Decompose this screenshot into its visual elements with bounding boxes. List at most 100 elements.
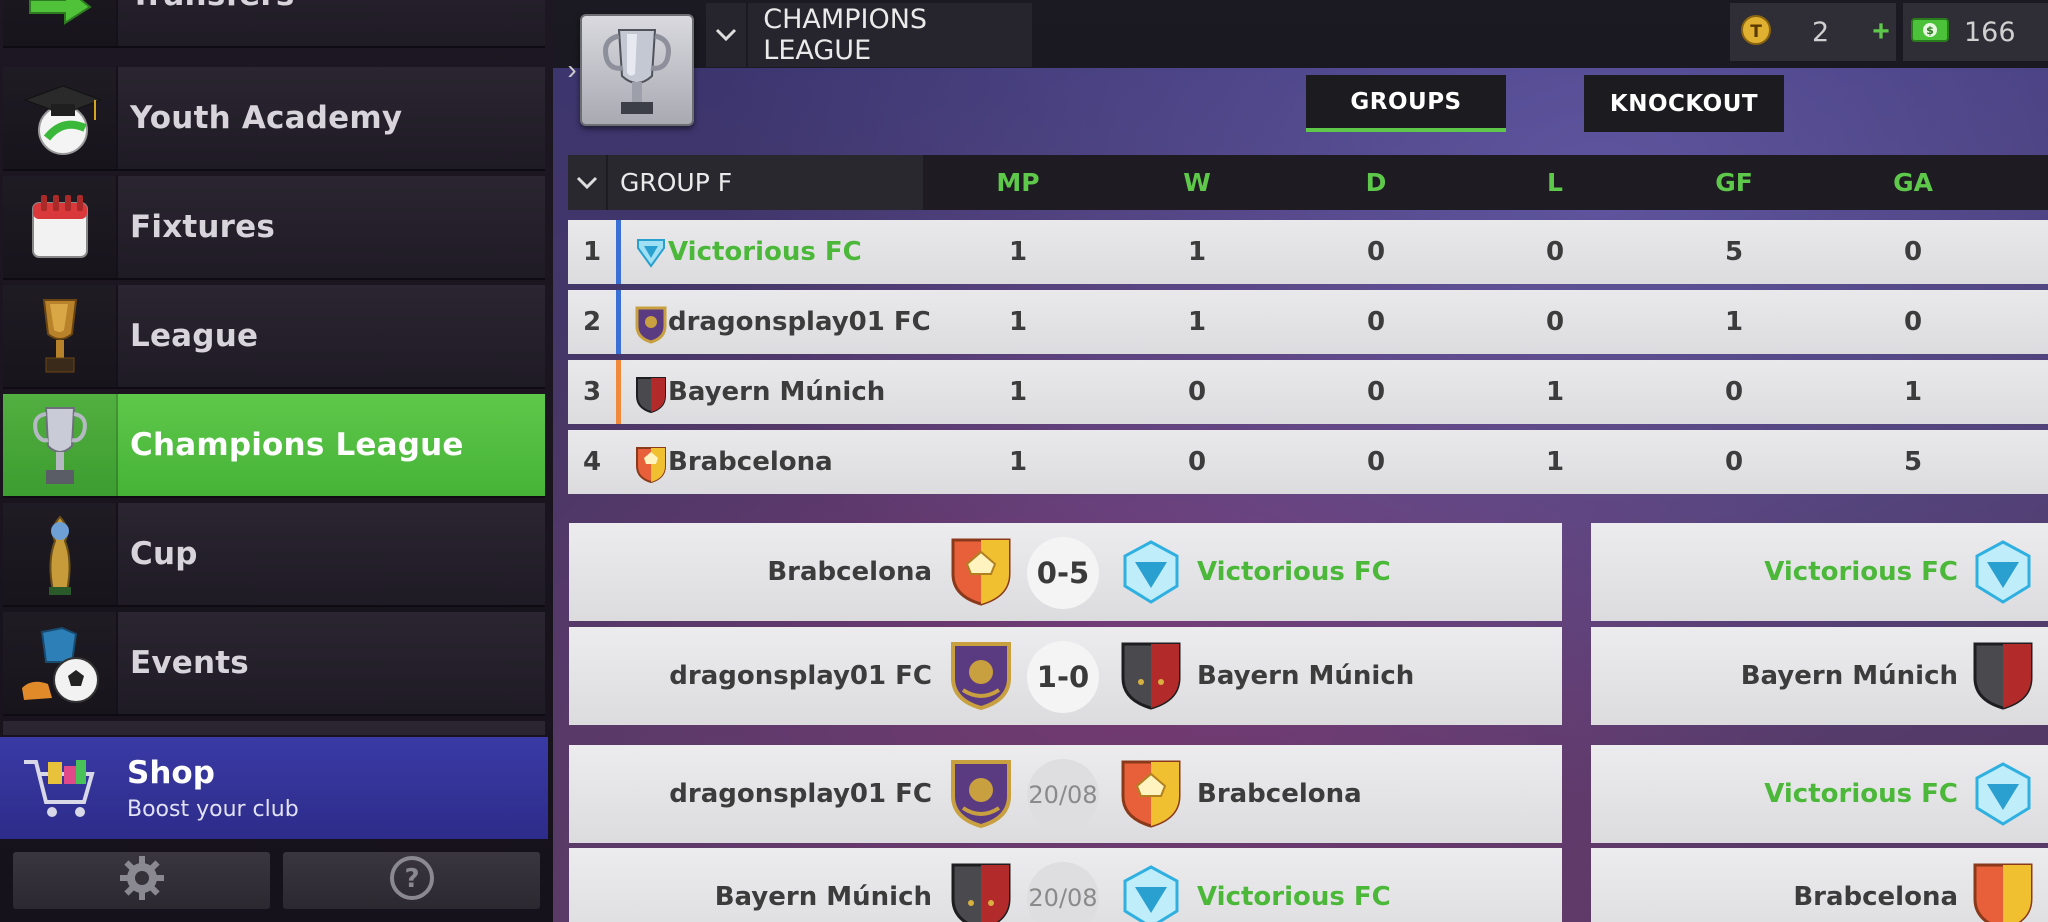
- home-team: Victorious FC: [1764, 779, 1958, 809]
- match-card[interactable]: Bayern Múnich 20/08 Victorious FC: [569, 848, 1562, 922]
- cell-w: 1: [1187, 237, 1207, 267]
- settings-button[interactable]: [13, 852, 270, 909]
- competition-trophy: [580, 14, 694, 126]
- tab-label: KNOCKOUT: [1609, 90, 1759, 117]
- table-row[interactable]: 4 Brabcelona 1 0 0 1 0 5: [568, 430, 2048, 494]
- sidebar-item-label: Youth Academy: [130, 100, 403, 136]
- sidebar-item-label: Transfers: [130, 0, 295, 13]
- shop-button[interactable]: Shop Boost your club: [0, 737, 548, 839]
- tab-label: GROUPS: [1350, 88, 1462, 115]
- cell-mp: 1: [1008, 307, 1028, 337]
- team-crest-diamond-icon: [634, 234, 668, 275]
- match-score: 0-5: [1027, 537, 1099, 609]
- tab-groups[interactable]: GROUPS: [1306, 75, 1506, 132]
- sidebar: Transfers Youth Academy Fixtures: [0, 0, 553, 922]
- match-date: 20/08: [1027, 759, 1099, 831]
- token-coin-icon: T: [1740, 14, 1772, 51]
- team-crest-shield-icon: [949, 758, 1013, 835]
- sidebar-item-youth-academy[interactable]: Youth Academy: [3, 67, 545, 171]
- calendar-icon: [3, 176, 118, 278]
- champions-trophy-icon: [603, 29, 671, 114]
- col-header-l: L: [1547, 168, 1563, 197]
- match-card[interactable]: Victorious FC: [1591, 745, 2048, 843]
- gear-icon: [118, 854, 166, 907]
- cell-ga: 0: [1903, 237, 1923, 267]
- sidebar-item-label: Champions League: [130, 427, 464, 463]
- sidebar-item-league[interactable]: League: [3, 285, 545, 389]
- cell-gf: 5: [1724, 237, 1744, 267]
- competition-name: CHAMPIONS LEAGUE: [763, 4, 928, 66]
- chevron-down-icon: [706, 3, 749, 67]
- help-button[interactable]: ?: [283, 852, 540, 909]
- row-position: 2: [582, 307, 602, 337]
- col-header-w: W: [1183, 168, 1211, 197]
- team-name: Victorious FC: [668, 237, 862, 267]
- shop-title: Shop: [127, 754, 215, 791]
- col-header-gf: GF: [1715, 168, 1753, 197]
- cell-gf: 1: [1724, 307, 1744, 337]
- plus-icon: +: [1872, 15, 1890, 48]
- match-card[interactable]: Victorious FC: [1591, 523, 2048, 621]
- team-crest-shield-icon: [949, 640, 1013, 717]
- sidebar-item-label: Events: [130, 645, 249, 681]
- match-card[interactable]: dragonsplay01 FC 1-0 Bayern Múnich: [569, 627, 1562, 725]
- add-tokens-button[interactable]: +: [1866, 3, 1896, 61]
- home-team: Victorious FC: [1764, 557, 1958, 587]
- sidebar-item-partial: [3, 721, 545, 735]
- cash-value: 166: [1964, 16, 2016, 48]
- table-row[interactable]: 1 Victorious FC 1 1 0 0 5 0: [568, 220, 2048, 284]
- competition-select[interactable]: CHAMPIONS LEAGUE: [706, 3, 1032, 67]
- cell-l: 0: [1545, 237, 1565, 267]
- shopping-cart-icon: [0, 737, 115, 839]
- team-crest-shield-icon: [634, 444, 668, 489]
- col-header-ga: GA: [1893, 168, 1933, 197]
- home-team: Brabcelona: [1793, 882, 1958, 912]
- match-card[interactable]: Brabcelona: [1591, 848, 2048, 922]
- cash-counter: $ 166: [1903, 3, 2048, 61]
- cell-mp: 1: [1008, 377, 1028, 407]
- cell-d: 0: [1366, 447, 1386, 477]
- events-player-icon: [3, 612, 118, 714]
- row-position: 1: [582, 237, 602, 267]
- home-team: Bayern Múnich: [714, 882, 932, 912]
- cell-w: 1: [1187, 307, 1207, 337]
- help-icon: ?: [388, 854, 436, 907]
- match-card[interactable]: dragonsplay01 FC 20/08 Brabcelona: [569, 745, 1562, 843]
- match-card[interactable]: Bayern Múnich: [1591, 627, 2048, 725]
- home-team: dragonsplay01 FC: [669, 661, 932, 691]
- table-row[interactable]: 3 Bayern Múnich 1 0 0 1 0 1: [568, 360, 2048, 424]
- away-team: Victorious FC: [1197, 882, 1391, 912]
- cell-d: 0: [1366, 237, 1386, 267]
- team-crest-diamond-icon: [1971, 758, 2035, 835]
- team-crest-shield-icon: [634, 374, 668, 419]
- group-select[interactable]: GROUP F: [568, 155, 923, 210]
- cell-w: 0: [1187, 377, 1207, 407]
- sidebar-item-transfers[interactable]: Transfers: [3, 0, 545, 48]
- qualification-bar: [616, 360, 621, 424]
- match-card[interactable]: Brabcelona 0-5 Victorious FC: [569, 523, 1562, 621]
- league-trophy-icon: [3, 285, 118, 387]
- cash-icon: $: [1911, 16, 1949, 49]
- away-team: Bayern Múnich: [1197, 661, 1415, 691]
- sidebar-item-fixtures[interactable]: Fixtures: [3, 176, 545, 280]
- away-team: Brabcelona: [1197, 779, 1362, 809]
- sidebar-item-cup[interactable]: Cup: [3, 503, 545, 607]
- table-row[interactable]: 2 dragonsplay01 FC 1 1 0 0 1 0: [568, 290, 2048, 354]
- cell-gf: 0: [1724, 377, 1744, 407]
- team-crest-shield-icon: [634, 304, 668, 349]
- sidebar-item-label: Fixtures: [130, 209, 276, 245]
- standings-header: GROUP F MP W D L GF GA: [568, 155, 2048, 210]
- tab-knockout[interactable]: KNOCKOUT: [1584, 75, 1784, 132]
- chevron-right-icon: ›: [567, 54, 577, 85]
- team-name: dragonsplay01 FC: [668, 307, 931, 337]
- team-crest-shield-icon: [1119, 758, 1183, 835]
- tokens-value: 2: [1812, 16, 1830, 48]
- cell-mp: 1: [1008, 447, 1028, 477]
- cell-ga: 0: [1903, 307, 1923, 337]
- team-crest-shield-icon: [949, 861, 1013, 922]
- qualification-bar: [616, 220, 621, 284]
- team-crest-shield-icon: [1971, 640, 2035, 717]
- sidebar-item-champions-league[interactable]: Champions League: [3, 394, 545, 498]
- sidebar-item-events[interactable]: Events: [3, 612, 545, 716]
- col-header-d: D: [1365, 168, 1387, 197]
